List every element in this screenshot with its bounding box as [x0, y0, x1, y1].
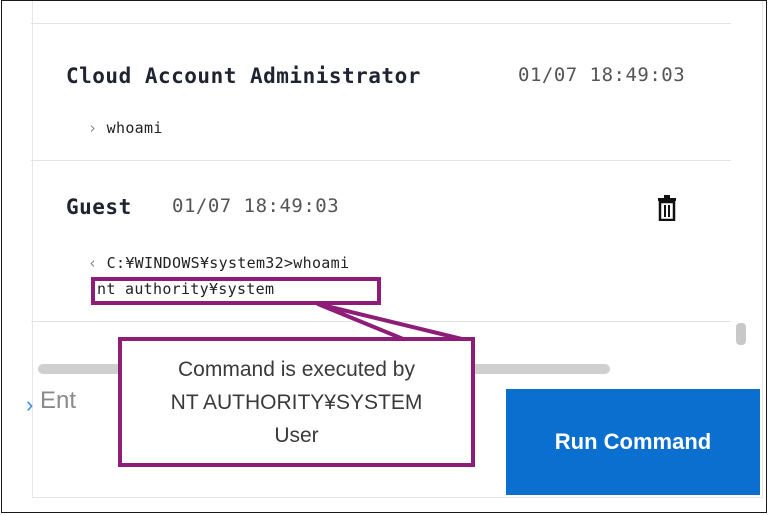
- callout-line: Command is executed by: [178, 358, 415, 381]
- annotation-callout: Command is executed by NT AUTHORITY¥SYST…: [118, 337, 475, 467]
- callout-text: Command is executed by NT AUTHORITY¥SYST…: [122, 353, 471, 452]
- callout-line: NT AUTHORITY¥SYSTEM: [170, 391, 423, 414]
- callout-line: User: [274, 424, 319, 447]
